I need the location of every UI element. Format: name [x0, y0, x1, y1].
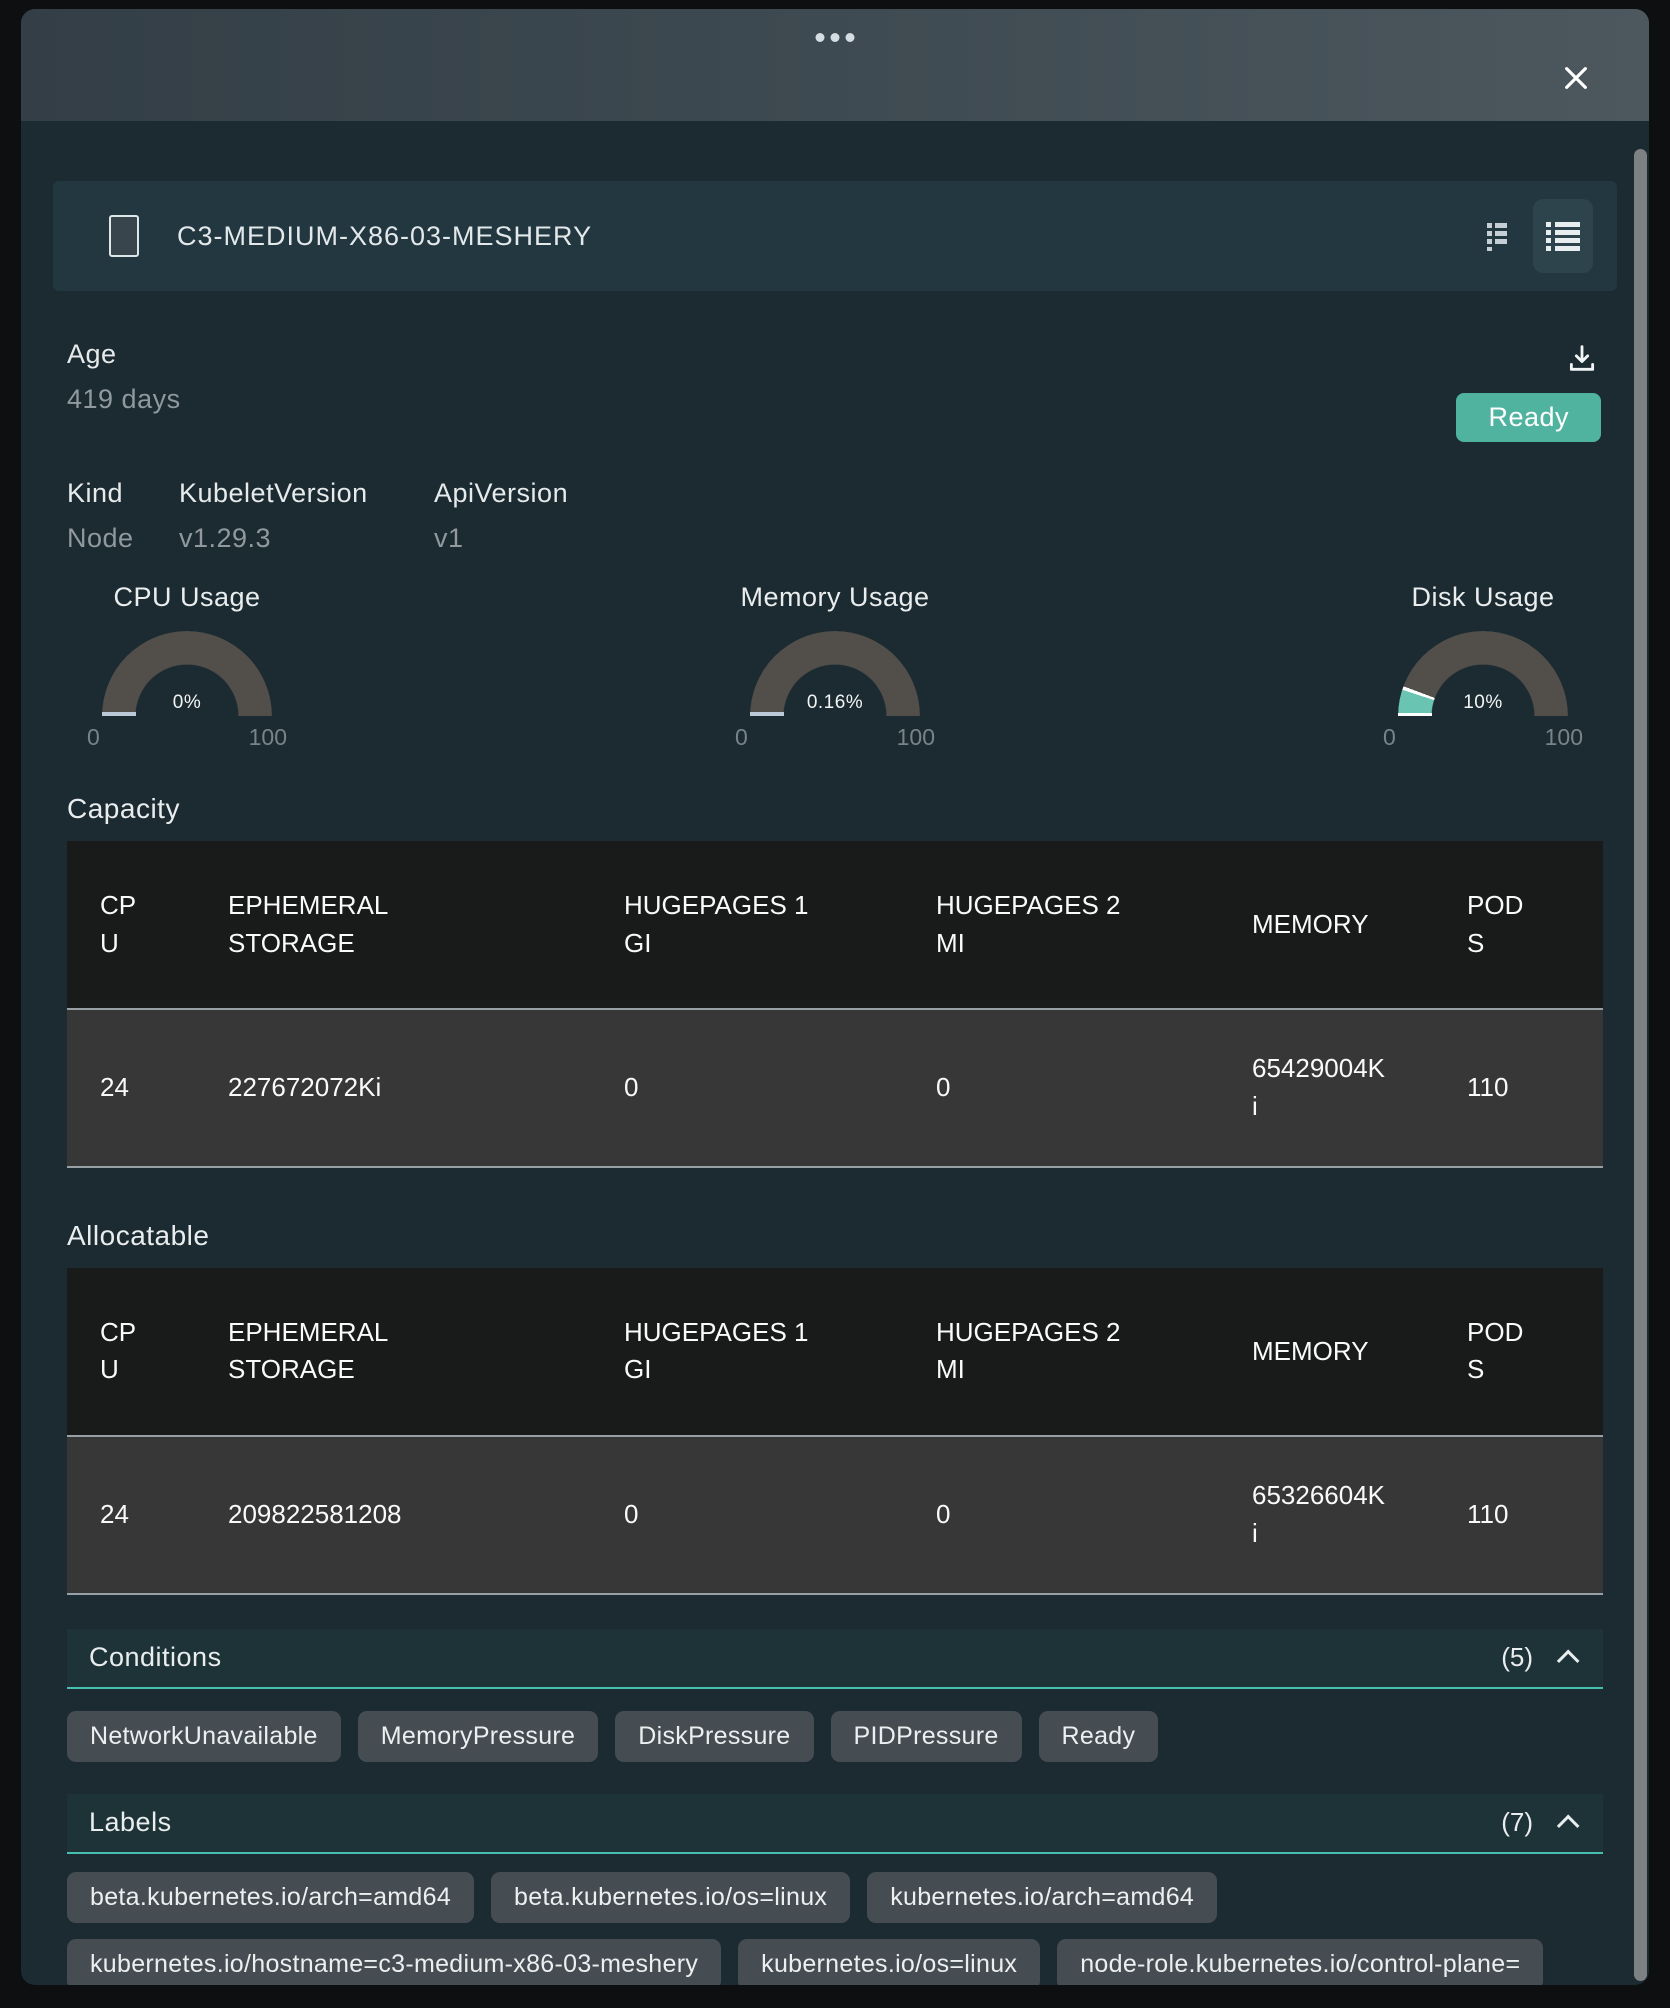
condition-chip[interactable]: Ready: [1039, 1711, 1159, 1762]
allocatable-column-header: HUGEPAGES 2 MI: [903, 1268, 1219, 1436]
allocatable-cell: 209822581208: [195, 1436, 591, 1593]
chevron-up-icon[interactable]: [1557, 1649, 1580, 1672]
capacity-column-header: PODS: [1434, 841, 1603, 1009]
labels-title: Labels: [89, 1807, 172, 1838]
allocatable-cell: 0: [903, 1436, 1219, 1593]
capacity-cell: 0: [903, 1009, 1219, 1166]
node-details-modal: C3-MEDIUM-X86-03-MESHERY: [21, 9, 1649, 1985]
capacity-cell: 65429004Ki: [1219, 1009, 1434, 1166]
cpu-usage-gauge: CPU Usage 0% 0100: [67, 582, 307, 751]
kind-value: Node: [67, 523, 179, 554]
api-version-value: v1: [434, 523, 568, 554]
memory-usage-gauge: Memory Usage 0.16% 0100: [715, 582, 955, 751]
allocatable-table: CPUEPHEMERAL STORAGEHUGEPAGES 1 GIHUGEPA…: [67, 1268, 1603, 1595]
label-chip[interactable]: beta.kubernetes.io/os=linux: [491, 1872, 850, 1923]
kind-label: Kind: [67, 478, 179, 509]
list-view-icon[interactable]: [1533, 199, 1593, 273]
memory-usage-title: Memory Usage: [740, 582, 929, 613]
allocatable-column-header: MEMORY: [1219, 1268, 1434, 1436]
capacity-column-header: MEMORY: [1219, 841, 1434, 1009]
cpu-usage-value: 0%: [173, 692, 201, 714]
allocatable-column-header: EPHEMERAL STORAGE: [195, 1268, 591, 1436]
kubelet-version-value: v1.29.3: [179, 523, 434, 554]
age-value: 419 days: [67, 384, 181, 415]
gauge-min-label: 0: [735, 724, 748, 751]
condition-chip[interactable]: NetworkUnavailable: [67, 1711, 341, 1762]
allocatable-column-header: HUGEPAGES 1 GI: [591, 1268, 903, 1436]
table-row: 24227672072Ki0065429004Ki110: [67, 1009, 1603, 1166]
age-label: Age: [67, 339, 181, 370]
capacity-cell: 24: [67, 1009, 195, 1166]
label-chip[interactable]: kubernetes.io/arch=amd64: [867, 1872, 1217, 1923]
modal-body: C3-MEDIUM-X86-03-MESHERY: [21, 181, 1649, 1985]
kubelet-version-label: KubeletVersion: [179, 478, 434, 509]
table-row: 242098225812080065326604Ki110: [67, 1436, 1603, 1593]
allocatable-cell: 0: [591, 1436, 903, 1593]
condition-chip[interactable]: DiskPressure: [615, 1711, 813, 1762]
capacity-cell: 110: [1434, 1009, 1603, 1166]
label-chip[interactable]: kubernetes.io/hostname=c3-medium-x86-03-…: [67, 1939, 721, 1986]
capacity-column-header: HUGEPAGES 2 MI: [903, 841, 1219, 1009]
capacity-column-header: CPU: [67, 841, 195, 1009]
download-icon[interactable]: [1563, 339, 1601, 377]
labels-accordion-header[interactable]: Labels (7): [67, 1794, 1603, 1854]
conditions-chips: NetworkUnavailable MemoryPressure DiskPres…: [67, 1711, 1603, 1762]
allocatable-title: Allocatable: [67, 1220, 1603, 1252]
capacity-cell: 227672072Ki: [195, 1009, 591, 1166]
capacity-column-header: HUGEPAGES 1 GI: [591, 841, 903, 1009]
conditions-accordion-header[interactable]: Conditions (5): [67, 1629, 1603, 1689]
labels-count: (7): [1501, 1807, 1533, 1838]
compact-view-icon[interactable]: [1485, 221, 1511, 251]
api-version-label: ApiVersion: [434, 478, 568, 509]
node-checkbox[interactable]: [109, 215, 139, 257]
memory-usage-value: 0.16%: [807, 692, 863, 714]
allocatable-cell: 110: [1434, 1436, 1603, 1593]
status-badge: Ready: [1456, 393, 1601, 442]
label-chip[interactable]: node-role.kubernetes.io/control-plane=: [1057, 1939, 1543, 1986]
labels-chips: beta.kubernetes.io/arch=amd64 beta.kubern…: [67, 1872, 1603, 1986]
drag-handle-icon[interactable]: [816, 33, 855, 42]
gauge-min-label: 0: [1383, 724, 1396, 751]
capacity-cell: 0: [591, 1009, 903, 1166]
allocatable-column-header: CPU: [67, 1268, 195, 1436]
conditions-count: (5): [1501, 1642, 1533, 1673]
disk-usage-gauge: Disk Usage 10% 0100: [1363, 582, 1603, 751]
allocatable-column-header: PODS: [1434, 1268, 1603, 1436]
allocatable-cell: 65326604Ki: [1219, 1436, 1434, 1593]
label-chip[interactable]: kubernetes.io/os=linux: [738, 1939, 1040, 1986]
chevron-up-icon[interactable]: [1557, 1814, 1580, 1837]
condition-chip[interactable]: MemoryPressure: [358, 1711, 599, 1762]
condition-chip[interactable]: PIDPressure: [831, 1711, 1022, 1762]
node-header-card: C3-MEDIUM-X86-03-MESHERY: [53, 181, 1617, 291]
age-row: Age 419 days Ready: [67, 339, 1603, 442]
node-title: C3-MEDIUM-X86-03-MESHERY: [177, 221, 592, 252]
usage-gauges: CPU Usage 0% 0100 Memory Usage 0.16% 010…: [67, 582, 1603, 751]
kind-row: Kind Node KubeletVersion v1.29.3 ApiVers…: [67, 478, 1603, 554]
close-icon[interactable]: [1555, 57, 1597, 99]
modal-header-bar: [21, 9, 1649, 121]
disk-usage-title: Disk Usage: [1411, 582, 1554, 613]
capacity-column-header: EPHEMERAL STORAGE: [195, 841, 591, 1009]
allocatable-cell: 24: [67, 1436, 195, 1593]
capacity-table: CPUEPHEMERAL STORAGEHUGEPAGES 1 GIHUGEPA…: [67, 841, 1603, 1168]
gauge-min-label: 0: [87, 724, 100, 751]
label-chip[interactable]: beta.kubernetes.io/arch=amd64: [67, 1872, 474, 1923]
conditions-title: Conditions: [89, 1642, 222, 1673]
disk-usage-value: 10%: [1463, 692, 1503, 714]
scrollbar[interactable]: [1634, 149, 1647, 1981]
cpu-usage-title: CPU Usage: [113, 582, 260, 613]
